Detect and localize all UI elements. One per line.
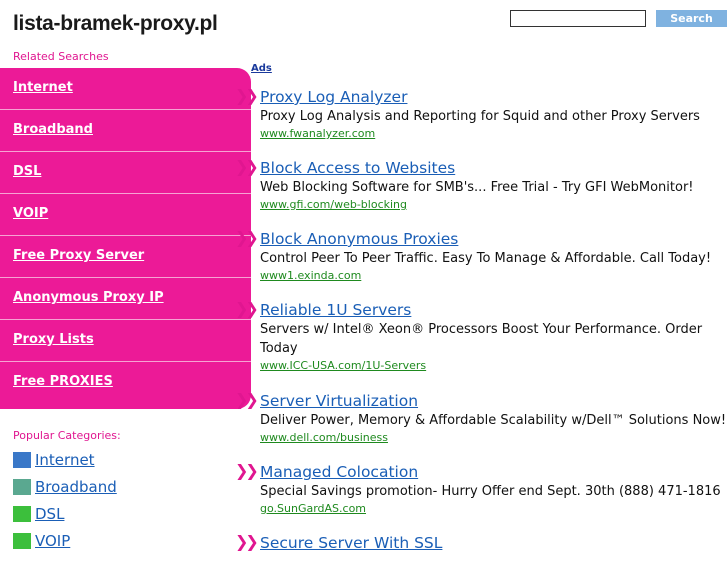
ad-description: Servers w/ Intel® Xeon® Processors Boost… <box>260 322 703 356</box>
ad-description: Special Savings promotion- Hurry Offer e… <box>260 484 721 499</box>
category-square-icon <box>13 532 31 549</box>
menu-item-voip: VOIP <box>0 194 251 236</box>
search-button[interactable]: Search <box>656 10 727 27</box>
menu-item-free-proxy-server: Free Proxy Server <box>0 236 251 278</box>
ad-url-link[interactable]: www.fwanalyzer.com <box>260 126 727 142</box>
menu-item-proxy-lists: Proxy Lists <box>0 320 251 362</box>
menu-link-voip[interactable]: VOIP <box>13 206 48 221</box>
menu-item-free-proxies: Free PROXIES <box>0 362 251 404</box>
ad-description: Web Blocking Software for SMB's... Free … <box>260 180 694 195</box>
ad-item: ❯❯ Reliable 1U Servers Servers w/ Intel®… <box>235 300 727 391</box>
ad-title-link[interactable]: Proxy Log Analyzer <box>260 87 727 107</box>
ad-url-link[interactable]: www.dell.com/business <box>260 430 727 446</box>
menu-link-internet[interactable]: Internet <box>13 80 73 95</box>
category-link-voip[interactable]: VOIP <box>35 532 70 550</box>
ad-url-link[interactable]: www1.exinda.com <box>260 268 727 284</box>
ad-item: ❯❯ Block Anonymous Proxies Control Peer … <box>235 229 727 300</box>
category-square-icon <box>13 451 31 468</box>
double-chevron-right-icon: ❯❯ <box>235 390 259 409</box>
double-chevron-right-icon: ❯❯ <box>235 86 259 105</box>
double-chevron-right-icon: ❯❯ <box>235 461 259 480</box>
category-link-internet[interactable]: Internet <box>35 451 95 469</box>
related-searches-menu: Internet Broadband DSL VOIP Free Proxy S… <box>0 68 251 409</box>
ad-title-link[interactable]: Block Anonymous Proxies <box>260 229 727 249</box>
ad-item: ❯❯ Managed Colocation Special Savings pr… <box>235 462 727 533</box>
ad-title-link[interactable]: Block Access to Websites <box>260 158 727 178</box>
double-chevron-right-icon: ❯❯ <box>235 532 259 551</box>
menu-link-free-proxy-server[interactable]: Free Proxy Server <box>13 248 144 263</box>
menu-link-dsl[interactable]: DSL <box>13 164 41 179</box>
category-square-icon <box>13 505 31 522</box>
menu-link-proxy-lists[interactable]: Proxy Lists <box>13 332 94 347</box>
search-input[interactable] <box>510 10 646 27</box>
menu-link-broadband[interactable]: Broadband <box>13 122 93 137</box>
menu-item-anonymous-proxy-ip: Anonymous Proxy IP <box>0 278 251 320</box>
ad-item: ❯❯ Server Virtualization Deliver Power, … <box>235 391 727 462</box>
ad-url-link[interactable]: go.SunGardAS.com <box>260 501 727 517</box>
menu-link-free-proxies[interactable]: Free PROXIES <box>13 374 113 389</box>
category-link-broadband[interactable]: Broadband <box>35 478 117 496</box>
category-item: Internet <box>13 446 117 473</box>
menu-item-dsl: DSL <box>0 152 251 194</box>
related-searches-label: Related Searches <box>13 50 109 63</box>
category-item: VOIP <box>13 527 117 554</box>
category-square-icon <box>13 478 31 495</box>
ad-title-link[interactable]: Managed Colocation <box>260 462 727 482</box>
ad-url-link[interactable]: www.ICC-USA.com/1U-Servers <box>260 358 727 374</box>
ad-list: ❯❯ Proxy Log Analyzer Proxy Log Analysis… <box>235 87 727 563</box>
ad-title-link[interactable]: Reliable 1U Servers <box>260 300 727 320</box>
site-title: lista-bramek-proxy.pl <box>13 12 218 35</box>
menu-item-broadband: Broadband <box>0 110 251 152</box>
ad-url-link[interactable]: www.gfi.com/web-blocking <box>260 197 727 213</box>
menu-link-anonymous-proxy-ip[interactable]: Anonymous Proxy IP <box>13 290 164 305</box>
ads-label[interactable]: Ads <box>251 63 272 74</box>
ad-item: ❯❯ Secure Server With SSL <box>235 533 727 563</box>
ad-title-link[interactable]: Secure Server With SSL <box>260 533 727 553</box>
double-chevron-right-icon: ❯❯ <box>235 228 259 247</box>
ad-item: ❯❯ Block Access to Websites Web Blocking… <box>235 158 727 229</box>
ad-description: Control Peer To Peer Traffic. Easy To Ma… <box>260 251 712 266</box>
ad-title-link[interactable]: Server Virtualization <box>260 391 727 411</box>
popular-categories-list: Internet Broadband DSL VOIP <box>13 446 117 554</box>
ad-description: Deliver Power, Memory & Affordable Scala… <box>260 413 727 428</box>
category-link-dsl[interactable]: DSL <box>35 505 64 523</box>
double-chevron-right-icon: ❯❯ <box>235 157 259 176</box>
category-item: DSL <box>13 500 117 527</box>
menu-item-internet: Internet <box>0 68 251 110</box>
ad-item: ❯❯ Proxy Log Analyzer Proxy Log Analysis… <box>235 87 727 158</box>
double-chevron-right-icon: ❯❯ <box>235 299 259 318</box>
ad-description: Proxy Log Analysis and Reporting for Squ… <box>260 109 700 124</box>
category-item: Broadband <box>13 473 117 500</box>
popular-categories-label: Popular Categories: <box>13 429 121 442</box>
